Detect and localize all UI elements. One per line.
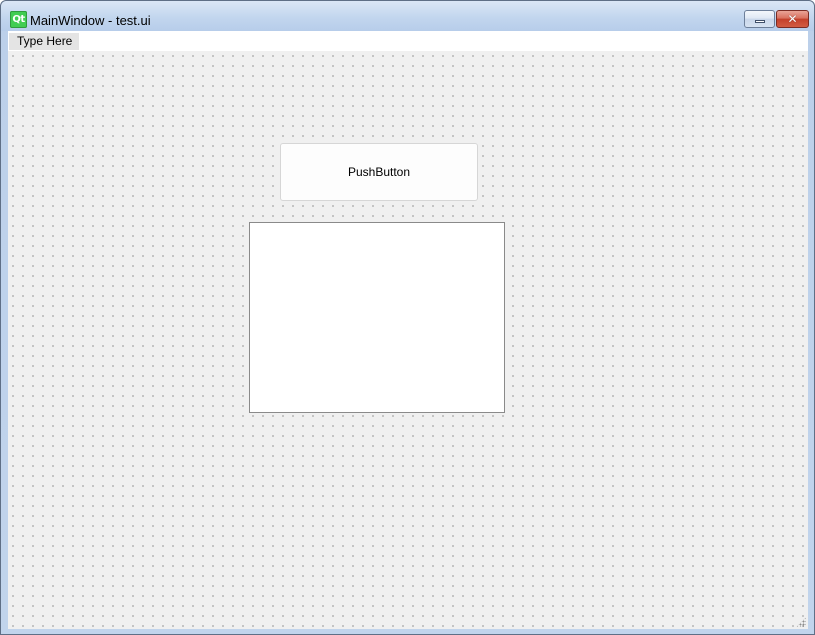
close-icon: ✕ (787, 12, 798, 26)
main-window: Qt MainWindow - test.ui ✕ Type Here Push… (0, 0, 815, 635)
form-canvas[interactable]: PushButton (8, 51, 808, 629)
menu-type-here[interactable]: Type Here (9, 33, 80, 50)
size-grip-icon[interactable] (796, 617, 806, 627)
title-bar[interactable]: Qt MainWindow - test.ui ✕ (1, 1, 814, 31)
white-panel-widget[interactable] (249, 222, 505, 413)
minimize-button[interactable] (744, 10, 775, 28)
close-button[interactable]: ✕ (776, 10, 809, 28)
window-title: MainWindow - test.ui (30, 13, 151, 28)
menu-bar: Type Here (8, 31, 808, 51)
minimize-icon (755, 20, 765, 23)
push-button[interactable]: PushButton (280, 143, 478, 201)
qt-logo-icon: Qt (10, 11, 27, 28)
